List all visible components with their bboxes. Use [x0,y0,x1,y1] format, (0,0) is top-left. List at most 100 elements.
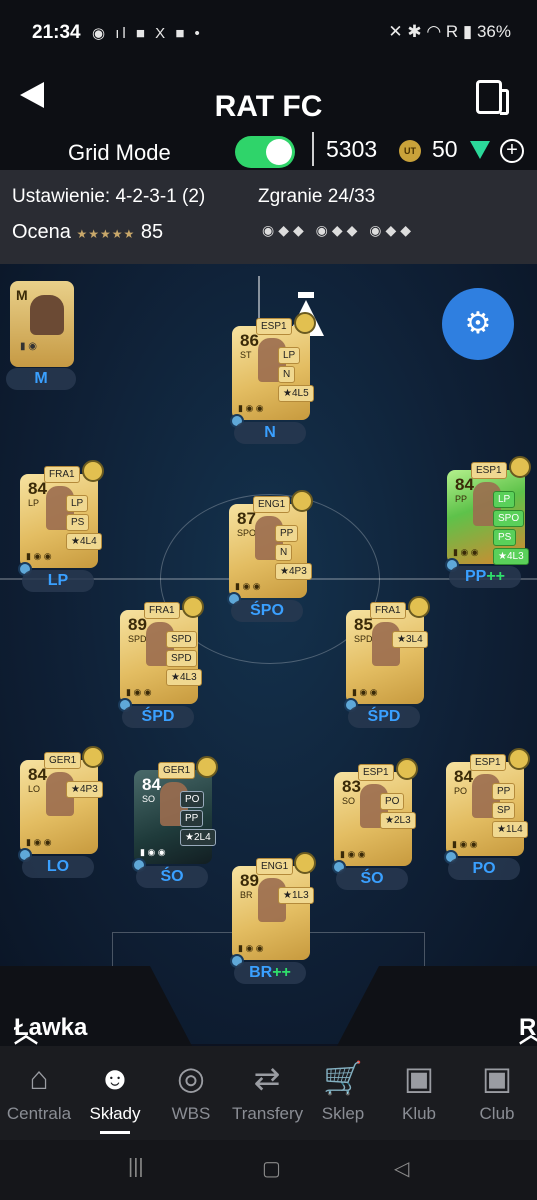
battery-level: 36% [476,22,511,41]
player-flags: ▮ ◉ ◉ [238,403,264,413]
nav-item-sklep[interactable]: 🛒 Sklep [308,1046,378,1140]
slot-label[interactable]: N [234,422,306,444]
player-position: LP [28,498,40,508]
position-tag: ★3L4 [392,631,428,648]
chemistry-chip-icon [196,756,218,778]
slot-label[interactable]: ŚPD [122,706,194,728]
home-button-icon[interactable]: ▢ [262,1156,281,1181]
player-card[interactable]: 84 LO ▮ ◉ ◉ [20,760,98,854]
position-tag: PP [275,525,299,542]
card-view-icon[interactable] [476,80,509,115]
position-tag: LP [493,491,516,508]
formation-label[interactable]: Ustawienie: 4-2-3-1 (2) [12,186,205,208]
league-chemistry-icons: ◉◆◆ ◉◆◆ ◉◆◆ [262,222,416,238]
position-tag: ★4P3 [275,563,312,580]
nav-item-centrala[interactable]: ⌂ Centrala [4,1046,74,1140]
player-rating: 89 [240,871,259,890]
position-tag: LP [66,495,89,512]
position-tag: SP [492,802,516,819]
reserve-tab[interactable]: Rez. ︿ [337,966,537,1046]
position-tag: PS [493,529,517,546]
nav-item-klub[interactable]: ▣ Klub [384,1046,454,1140]
manager-label: M [34,370,48,387]
nav-label: Klub [401,1104,437,1123]
manager-card[interactable]: M ▮ ◉ [10,281,74,367]
rating-value: 85 [140,221,164,243]
nav-item-transfery[interactable]: ⇄ Transfery [232,1046,304,1140]
cart-icon: 🛒 [323,1060,363,1096]
chemistry-chip-icon [509,456,531,478]
nav-label: Club [479,1104,515,1123]
nav-item-wbs[interactable]: ◎ WBS [156,1046,226,1140]
slot-suffix: ++ [486,568,506,585]
player-card[interactable]: 87 SPO ▮ ◉ ◉ [229,504,307,598]
position-tag: LP [278,347,301,364]
player-rating: 84 [28,479,47,498]
nav-label: Transfery [232,1104,304,1123]
player-rating: 85 [354,615,373,634]
player-position: PO [454,786,468,796]
slot-name: ŚPO [250,602,284,619]
slot-name: N [264,424,276,441]
player-rating: 83 [342,777,361,796]
position-tag: PS [66,514,90,531]
points-icon [470,141,490,159]
position-tag: SPO [493,510,525,527]
nav-label: WBS [171,1104,211,1123]
slot-label[interactable]: LO [22,856,94,878]
player-card[interactable]: 89 BR ▮ ◉ ◉ [232,866,310,960]
recent-apps-icon[interactable]: ||| [128,1156,144,1179]
player-flags: ▮ ◉ ◉ [140,847,166,857]
grid-mode-toggle[interactable] [235,136,295,168]
home-icon: ⌂ [29,1060,49,1096]
chemistry-chip-icon [294,312,316,334]
slot-name: LP [47,572,69,589]
position-tag: SPD [166,650,197,667]
club-analyzer-icon: ▣ [481,1060,513,1096]
league-chemistry-tag: ESP1 [471,462,507,479]
slot-label[interactable]: ŚO [136,866,208,888]
player-rating: 84 [28,765,47,784]
player-flags: ▮ ◉ ◉ [26,837,52,847]
slot-label[interactable]: PP++ [449,566,521,588]
chemistry-label: Zgranie 24/33 [258,186,376,207]
status-bar: 21:34 ◉ ıl ■ X ■ • ✕ ✱ ◠ R ▮ 36% [0,0,537,62]
player-position: BR [240,890,253,900]
club-icon: ▣ [403,1060,435,1096]
chemistry-chip-icon [291,490,313,512]
wbs-icon: ◎ [177,1060,205,1096]
player-card[interactable]: 86 ST ▮ ◉ ◉ [232,326,310,420]
slot-name: ŚPD [141,708,175,725]
player-card[interactable]: 85 SPD ▮ ◉ ◉ [346,610,424,704]
edit-tactics-button[interactable]: ⚙ [442,288,514,360]
position-tag: ★2L3 [380,812,416,829]
chemistry-chip-icon [82,746,104,768]
league-chemistry-tag: ESP1 [358,764,394,781]
coin-icon: UT [399,140,421,162]
player-flags: ▮ ◉ ◉ [453,547,479,557]
coins-value: 5303 [326,136,378,162]
slot-name: ŚO [160,868,184,885]
bench-text: Ławka [14,1014,88,1041]
status-right: ✕ ✱ ◠ R ▮ 36% [388,22,511,42]
nav-item-składy[interactable]: ☻ Składy [80,1046,150,1140]
league-chemistry-tag: GER1 [44,752,82,769]
bench-tab[interactable]: ︿ Ławka [0,966,192,1046]
slot-label[interactable]: ŚO [336,868,408,890]
slot-label[interactable]: ŚPO [231,600,303,622]
position-tag: N [278,366,296,383]
player-position: SO [142,794,156,804]
player-rating: 86 [240,331,259,350]
nav-label: Sklep [321,1104,365,1123]
back-nav-icon[interactable]: ◁ [394,1156,409,1181]
slot-label[interactable]: LP [22,570,94,592]
slot-label[interactable]: PO [448,858,520,880]
position-tag: ★4L4 [66,533,102,550]
player-position: LO [28,784,41,794]
slot-label[interactable]: ŚPD [348,706,420,728]
add-points-button[interactable]: + [500,139,524,163]
league-chemistry-tag: ESP1 [256,318,292,335]
position-tag: PP [492,783,516,800]
nav-item-club[interactable]: ▣ Club [462,1046,532,1140]
position-tag: PO [180,791,205,808]
